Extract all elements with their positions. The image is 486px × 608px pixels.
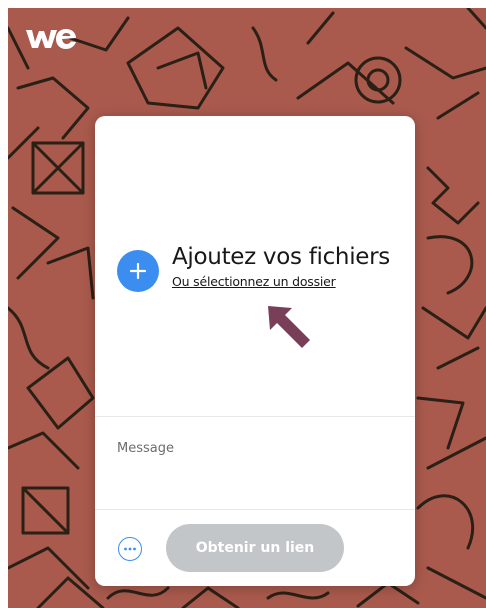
add-files-button[interactable] xyxy=(117,250,159,292)
more-options-button[interactable] xyxy=(118,537,142,561)
select-folder-link[interactable]: Ou sélectionnez un dossier xyxy=(172,274,336,289)
arrow-up-left-icon xyxy=(268,306,310,348)
plus-icon xyxy=(129,262,147,280)
background-artwork: Ajoutez vos fichiers Ou sélectionnez un … xyxy=(8,8,486,608)
transfer-panel: Ajoutez vos fichiers Ou sélectionnez un … xyxy=(95,116,415,586)
divider xyxy=(95,509,415,510)
wetransfer-logo-icon[interactable] xyxy=(24,26,80,52)
more-options-icon xyxy=(124,547,136,551)
get-link-button[interactable]: Obtenir un lien xyxy=(166,524,344,572)
divider xyxy=(95,416,415,417)
add-files-title[interactable]: Ajoutez vos fichiers xyxy=(172,244,390,270)
message-input[interactable] xyxy=(117,436,393,460)
